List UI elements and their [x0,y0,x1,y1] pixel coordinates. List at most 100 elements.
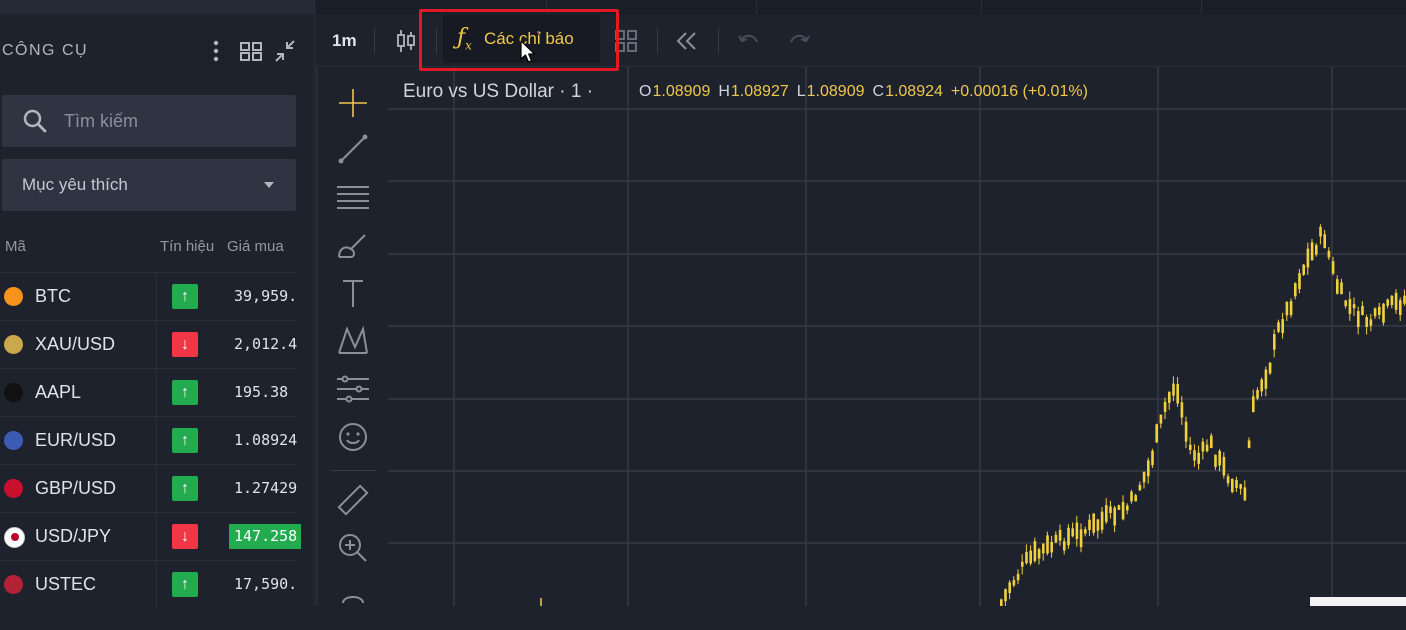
forecast-tool-icon[interactable] [335,371,371,407]
symbol-name: GBP/USD [35,478,117,498]
candle-body [1247,440,1251,449]
candlestick-type-icon[interactable] [394,28,418,59]
symbol-name: USD/JPY [35,526,112,546]
symbol-flag-icon [4,479,23,498]
signal-cell: ↑ [156,465,227,512]
candle-body [1289,301,1293,315]
low-value: 1.08909 [806,83,865,100]
candle-body [1012,580,1016,586]
candle-body [1046,535,1049,554]
watchlist-row[interactable]: USD/JPY ↓ 147.258 [0,512,301,560]
candle-body [1361,306,1364,315]
candle-body [1033,541,1037,561]
candle-body [1390,295,1394,306]
price-chart[interactable] [388,67,1406,606]
candle-body [1029,550,1032,564]
replay-rewind-icon[interactable] [674,28,700,59]
candle-body [1159,414,1163,424]
timeframe-button[interactable]: 1m [332,31,357,51]
candle-body [1298,273,1301,290]
zoom-in-icon[interactable] [335,530,371,566]
watchlist-row[interactable]: BTC ↑ 39,959. [0,272,297,320]
candle-body [1256,390,1259,399]
candle-body [1210,435,1213,449]
watchlist-row[interactable]: GBP/USD ↑ 1.27429 [0,464,297,512]
candle-body [1084,529,1087,534]
watchlist-row[interactable]: XAU/USD ↓ 2,012.4 [0,320,297,368]
undo-icon[interactable] [736,28,762,59]
candle-body [1079,529,1083,548]
signal-cell: ↑ [156,369,227,416]
candle-body [1058,529,1062,541]
column-header-signal[interactable]: Tín hiệu [160,238,214,255]
candle-body [1109,506,1112,513]
collapse-icon[interactable] [273,38,295,64]
signal-cell: ↓ [156,321,227,368]
toolbar-divider [718,28,719,54]
candle-body [1378,306,1381,315]
pattern-tool-icon[interactable] [335,323,371,359]
candlestick-chart[interactable] [388,67,1406,606]
candle-body [1336,279,1339,294]
crosshair-icon[interactable] [335,85,371,121]
column-header-symbol[interactable]: Mã [5,238,26,255]
candle-body [1155,424,1158,443]
change-value: +0.00016 (+0.01%) [950,83,1088,100]
symbol-title[interactable]: Euro vs US Dollar · 1 · [403,81,593,103]
watchlist-row[interactable]: EUR/USD ↑ 1.08924 [0,416,297,464]
trend-line-icon[interactable] [335,131,371,167]
arrow-up-icon: ↑ [172,284,198,309]
candle-body [1163,401,1167,412]
tools-panel: CÔNG CỤ Mục yêu thích Mã Tín hiệu Giá mu… [0,0,315,608]
text-tool-icon[interactable] [335,275,371,311]
candle-body [1180,402,1184,418]
watchlist-select[interactable]: Mục yêu thích [2,159,296,211]
candle-body [1243,487,1247,501]
magnet-icon[interactable] [335,589,371,625]
candle-body [1306,248,1310,268]
close-label: C [872,83,885,100]
panel-title: CÔNG CỤ [2,42,89,59]
candle-body [1130,491,1133,502]
symbol-flag-icon [4,575,23,594]
grid-layout-icon[interactable] [239,38,262,64]
high-value: 1.08927 [730,83,789,100]
more-vertical-icon[interactable] [205,38,227,64]
candle-body [1121,501,1125,520]
candle-body [1067,527,1070,546]
watchlist-selected-label: Mục yêu thích [22,175,128,194]
redo-icon[interactable] [786,28,812,59]
watchlist-row[interactable]: USTEC ↑ 17,590. [0,560,297,608]
candle-body [1071,528,1074,537]
symbol-name: AAPL [35,382,82,402]
candle-body [1008,582,1011,593]
symbol-flag-icon [4,335,23,354]
candle-body [1403,295,1406,304]
candle-body [1273,334,1276,350]
candle-body [1214,454,1217,467]
emoji-icon[interactable] [335,419,371,455]
candle-body [1096,519,1100,531]
search-input[interactable] [62,109,266,133]
candle-body [1260,379,1263,392]
candle-body [1369,319,1373,326]
symbol-flag-icon [4,431,23,450]
candle-body [1373,308,1377,317]
bid-price: 2,012.4 [234,335,298,353]
parallel-lines-icon[interactable] [335,179,371,215]
symbol-flag-icon [4,527,25,548]
brush-icon[interactable] [335,227,371,263]
candle-body [1016,573,1020,581]
strip-divider [1201,0,1202,14]
candle-body [1100,511,1104,530]
toolbar-divider [657,28,658,54]
candle-body [1281,319,1284,334]
watchlist-row[interactable]: AAPL ↑ 195.38 [0,368,296,416]
ruler-icon[interactable] [335,482,371,518]
search-box[interactable] [2,95,296,147]
column-header-bid[interactable]: Giá mua [227,238,284,255]
watchlist-column-headers: Mã Tín hiệu Giá mua [0,238,314,260]
candle-body [1315,245,1318,255]
candle-body [1042,543,1045,554]
candle-body [1231,478,1234,493]
